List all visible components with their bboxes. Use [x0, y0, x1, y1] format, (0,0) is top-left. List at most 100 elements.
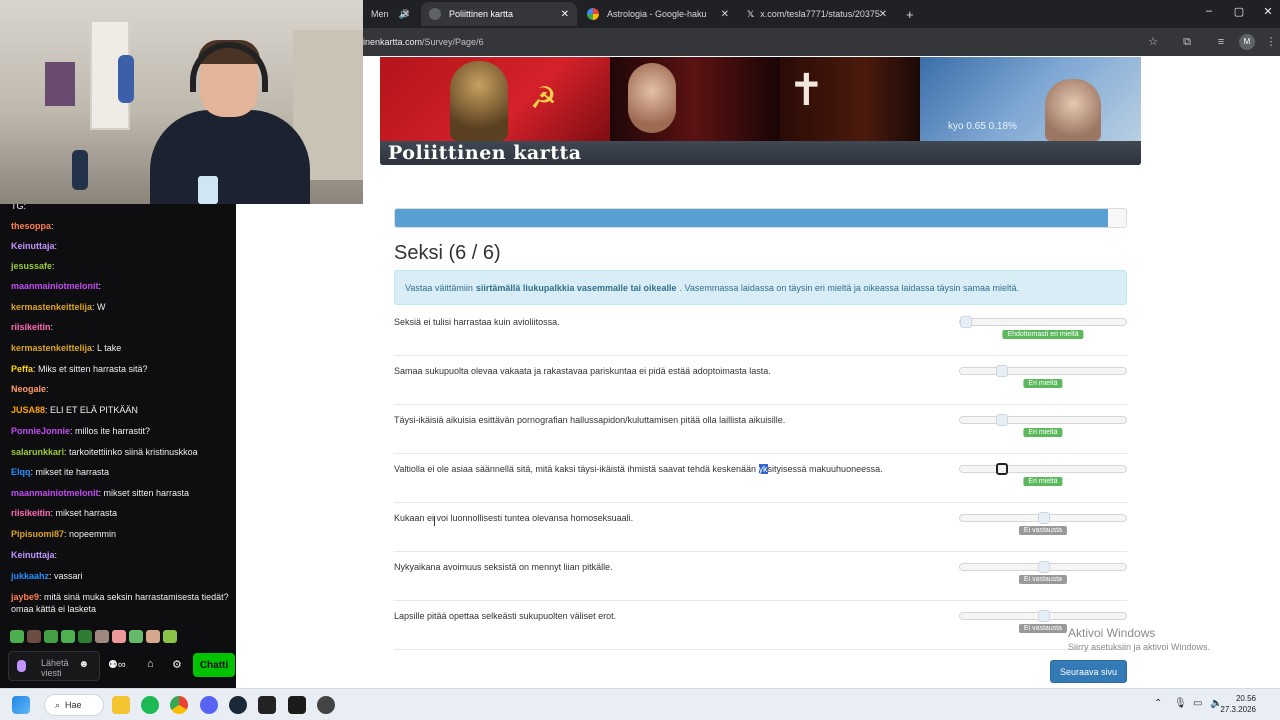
settings-gear-icon[interactable]: ⚙ — [172, 658, 182, 671]
chat-username[interactable]: jaybe9 — [11, 592, 39, 602]
opinion-slider[interactable] — [959, 561, 1127, 573]
wall-poster — [45, 62, 75, 106]
steam-icon[interactable] — [229, 696, 247, 714]
chat-username[interactable]: Pipisuomi87 — [11, 529, 64, 539]
chat-send-button[interactable]: Chatti — [193, 653, 235, 677]
chat-username[interactable]: Neogale — [11, 384, 46, 394]
tray-chevron-icon[interactable]: ⌃ — [1154, 698, 1162, 709]
obs-icon[interactable] — [317, 696, 335, 714]
emote[interactable] — [10, 630, 24, 643]
url-text[interactable]: inenkartta.com/Survey/Page/6 — [363, 37, 484, 47]
emoji-icon[interactable]: ☻ — [78, 660, 89, 670]
slider-handle[interactable] — [1038, 561, 1050, 573]
taskbar-clock[interactable]: 20.56 27.3.2026 — [1220, 693, 1256, 715]
bookmark-star-icon[interactable]: ☆ — [1145, 34, 1161, 50]
chat-username[interactable]: jukkaahz — [11, 571, 49, 581]
chat-username[interactable]: Keinuttaja — [11, 550, 55, 560]
question-text: Lapsille pitää opettaa selkeästi sukupuo… — [394, 611, 617, 621]
survey-question: Samaa sukupuolta olevaa vakaata ja rakas… — [394, 356, 1127, 405]
next-page-button[interactable]: Seuraava sivu — [1050, 660, 1127, 683]
new-tab-button[interactable]: + — [898, 2, 922, 26]
discord-icon[interactable] — [200, 696, 218, 714]
close-tab-icon[interactable]: ✕ — [402, 9, 410, 20]
microphone-icon[interactable] — [17, 660, 26, 672]
opinion-slider[interactable] — [959, 365, 1127, 377]
opinion-slider[interactable] — [959, 463, 1127, 475]
spotify-icon[interactable] — [141, 696, 159, 714]
media-queue-icon[interactable]: ≡ — [1213, 34, 1229, 50]
emote[interactable] — [146, 630, 160, 643]
chat-username[interactable]: PonnieJonnie — [11, 426, 70, 436]
tray-mic-icon[interactable]: 🎙 — [1174, 698, 1187, 709]
emote[interactable] — [61, 630, 75, 643]
chat-username[interactable]: maanmainiotmelonit — [11, 488, 99, 498]
maximize-icon[interactable]: ▢ — [1231, 5, 1247, 18]
emote[interactable] — [163, 630, 177, 643]
chat-text: : — [51, 221, 54, 231]
channel-points-icon[interactable]: ⚉∞ — [108, 658, 126, 671]
tab-label: Poliittinen kartta — [449, 9, 514, 19]
store-icon[interactable]: ⌂ — [147, 658, 154, 670]
tab-x-com[interactable]: 𝕏 x.com/tesla7771/status/20375 ✕ — [739, 2, 895, 26]
emote[interactable] — [95, 630, 109, 643]
extensions-icon[interactable]: ⧉ — [1179, 34, 1195, 50]
chat-username[interactable]: JUSA88 — [11, 405, 45, 415]
chat-username[interactable]: salarunkkari — [11, 447, 64, 457]
emote[interactable] — [78, 630, 92, 643]
chat-message: PonnieJonnie: millos ite harrastit? — [11, 425, 231, 437]
opinion-slider[interactable] — [959, 610, 1127, 622]
minimize-icon[interactable]: – — [1201, 5, 1217, 17]
chat-input[interactable]: Lähetä viesti ☻ — [8, 651, 100, 681]
slider-value-label: Ehdottomasti eri mieltä — [1002, 330, 1084, 339]
chat-message: Neogale: — [11, 383, 231, 395]
slider-handle[interactable] — [996, 463, 1008, 475]
emote[interactable] — [27, 630, 41, 643]
emote[interactable] — [112, 630, 126, 643]
file-explorer-icon[interactable] — [112, 696, 130, 714]
emote[interactable] — [129, 630, 143, 643]
x-app-icon[interactable] — [258, 696, 276, 714]
chat-username[interactable]: Keinuttaja — [11, 241, 55, 251]
slider-handle[interactable] — [996, 365, 1008, 377]
app-rl-icon[interactable] — [288, 696, 306, 714]
tray-network-icon[interactable]: ▭ — [1193, 698, 1202, 709]
selected-text: yk — [758, 464, 768, 474]
tab-astrologia[interactable]: Astrologia - Google-haku ✕ — [579, 2, 737, 26]
chat-username[interactable]: thesoppa — [11, 221, 51, 231]
taskbar-search[interactable]: ⌕ Hae — [44, 694, 104, 716]
survey-question: Nykyaikana avoimuus seksistä on mennyt l… — [394, 552, 1127, 601]
chat-username[interactable]: riisikeitin — [11, 508, 51, 518]
chat-message: jesussafe: — [11, 260, 231, 272]
opinion-slider[interactable] — [959, 512, 1127, 524]
site-banner: ☭ ✝ kyo 0.65 0.18% Poliittinen kartta — [380, 57, 1141, 165]
chat-message: Peffa: Miks et sitten harrasta sitä? — [11, 363, 231, 375]
slider-handle[interactable] — [1038, 512, 1050, 524]
opinion-slider[interactable] — [959, 414, 1127, 426]
slider-handle[interactable] — [996, 414, 1008, 426]
emote[interactable] — [44, 630, 58, 643]
text-cursor — [434, 516, 435, 526]
windows-start-icon[interactable] — [12, 696, 30, 714]
chat-username[interactable]: jesussafe — [11, 261, 52, 271]
close-tab-icon[interactable]: ✕ — [561, 9, 569, 20]
close-tab-icon[interactable]: ✕ — [879, 9, 887, 20]
close-window-icon[interactable]: ✕ — [1260, 5, 1276, 18]
slider-handle[interactable] — [960, 316, 972, 328]
question-text: Seksiä ei tulisi harrastaa kuin avioliit… — [394, 317, 560, 327]
tab-poliittinen-kartta[interactable]: Poliittinen kartta ✕ — [421, 2, 577, 26]
chat-username[interactable]: riisikeitin — [11, 322, 51, 332]
address-bar[interactable]: inenkartta.com/Survey/Page/6 ☆ ⧉ ≡ M ⋮ — [363, 28, 1280, 56]
chrome-icon[interactable] — [170, 696, 188, 714]
tab-men[interactable]: Men 🔊 ✕ — [363, 2, 418, 26]
chat-username[interactable]: kermastenkeittelija — [11, 302, 92, 312]
chat-username[interactable]: Elqq — [11, 467, 31, 477]
close-tab-icon[interactable]: ✕ — [721, 9, 729, 20]
profile-avatar[interactable]: M — [1239, 34, 1255, 50]
chat-username[interactable]: maanmainiotmelonit — [11, 281, 99, 291]
slider-handle[interactable] — [1038, 610, 1050, 622]
chat-username[interactable]: kermastenkeittelija — [11, 343, 92, 353]
search-icon: ⌕ — [55, 699, 61, 710]
chat-username[interactable]: Peffa — [11, 364, 33, 374]
opinion-slider[interactable] — [959, 316, 1127, 328]
menu-kebab-icon[interactable]: ⋮ — [1263, 34, 1279, 50]
